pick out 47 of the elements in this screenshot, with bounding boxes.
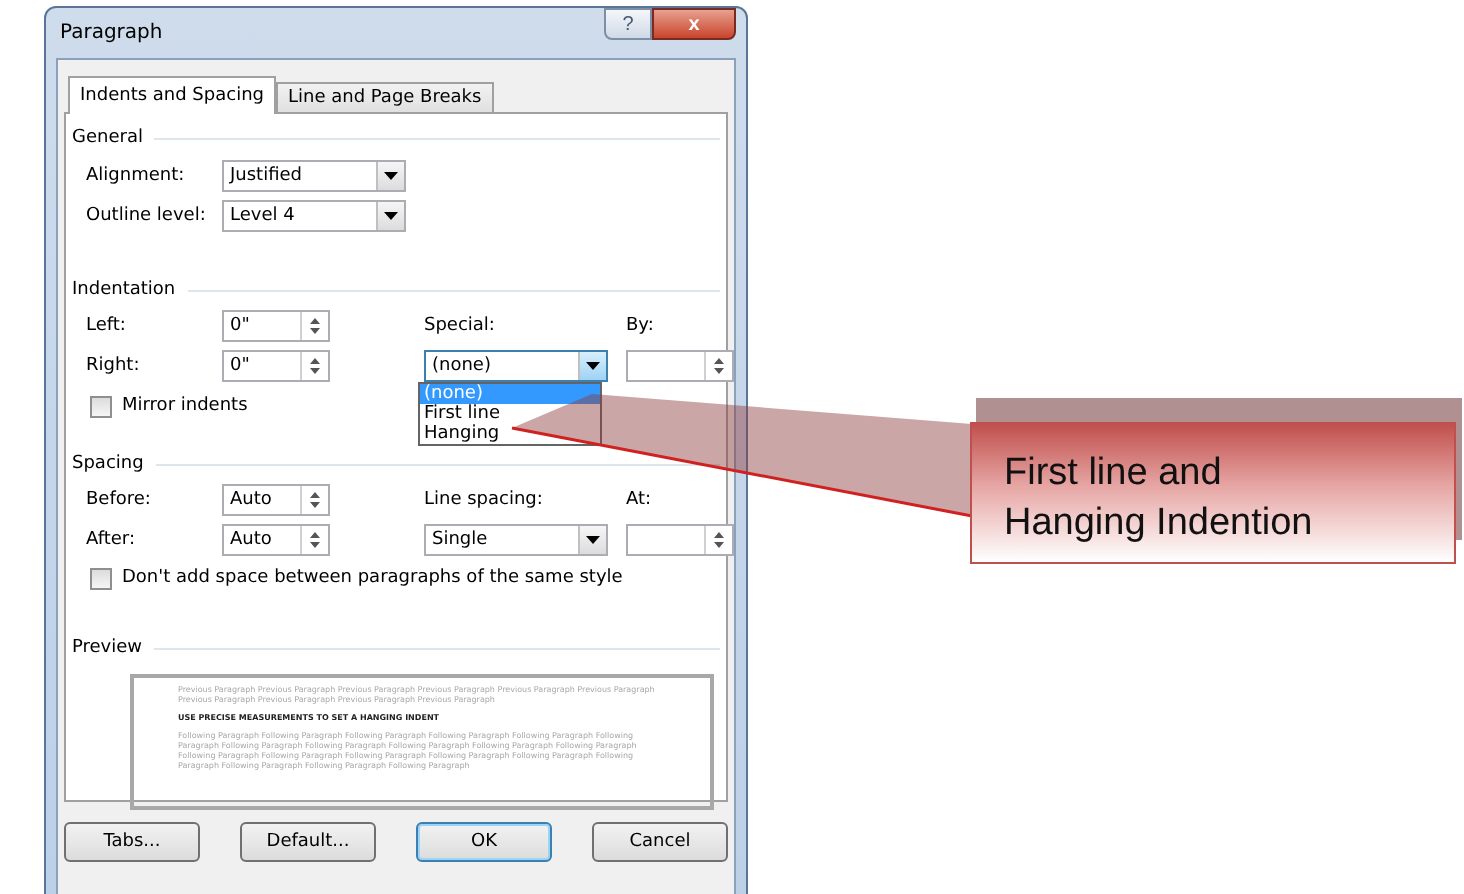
dropdown[interactable]: Level 4 [222, 200, 406, 232]
spinner-icon[interactable] [712, 530, 726, 550]
dialog-button[interactable]: Cancel [592, 822, 728, 862]
tab[interactable]: Line and Page Breaks [276, 82, 494, 112]
spin-field[interactable]: 0" [222, 350, 330, 382]
spin-field[interactable]: 0" [222, 310, 330, 342]
checkbox-label: Mirror indents [122, 396, 248, 416]
dropdown[interactable]: Single [424, 524, 608, 556]
dialog-button[interactable]: Tabs... [64, 822, 200, 862]
field-label: Outline level: [86, 206, 208, 226]
dropdown[interactable]: Justified [222, 160, 406, 192]
section-heading: Preview [72, 638, 143, 658]
spinner-icon[interactable] [308, 530, 322, 550]
field-label: At: [626, 490, 654, 510]
field-label: Alignment: [86, 166, 187, 186]
dialog-button[interactable]: Default... [240, 822, 376, 862]
section-heading: Indentation [72, 280, 176, 300]
spin-field[interactable] [626, 524, 734, 556]
dialog-button[interactable]: OK [416, 822, 552, 862]
spin-field[interactable] [626, 350, 734, 382]
spinner-icon[interactable] [308, 356, 322, 376]
dropdown-arrow-icon [384, 172, 398, 180]
section-heading: Spacing [72, 454, 144, 474]
checkbox-label: Don't add space between paragraphs of the same style [122, 568, 623, 588]
spinner-icon[interactable] [712, 356, 726, 376]
checkbox[interactable] [90, 395, 112, 417]
spinner-icon[interactable] [308, 490, 322, 510]
dropdown-arrow-icon [586, 362, 600, 370]
help-button[interactable]: ? [604, 8, 652, 40]
section-heading: General [72, 128, 143, 148]
tab[interactable]: Indents and Spacing [68, 76, 276, 114]
spin-field[interactable]: Auto [222, 484, 330, 516]
window-title: Paragraph [58, 22, 163, 44]
field-label: Line spacing: [424, 490, 545, 510]
dropdown-arrow-icon [384, 212, 398, 220]
spinner-icon[interactable] [308, 316, 322, 336]
dropdown-arrow-icon [586, 536, 600, 544]
field-label: By: [626, 316, 656, 336]
dropdown[interactable]: (none) [424, 350, 608, 382]
field-label: Left: [86, 316, 128, 336]
checkbox[interactable] [90, 567, 112, 589]
spin-field[interactable]: Auto [222, 524, 330, 556]
field-label: After: [86, 530, 137, 550]
field-label: Before: [86, 490, 153, 510]
field-label: Special: [424, 316, 497, 336]
callout-text: First line and Hanging Indention [1004, 450, 1315, 548]
field-label: Right: [86, 356, 142, 376]
